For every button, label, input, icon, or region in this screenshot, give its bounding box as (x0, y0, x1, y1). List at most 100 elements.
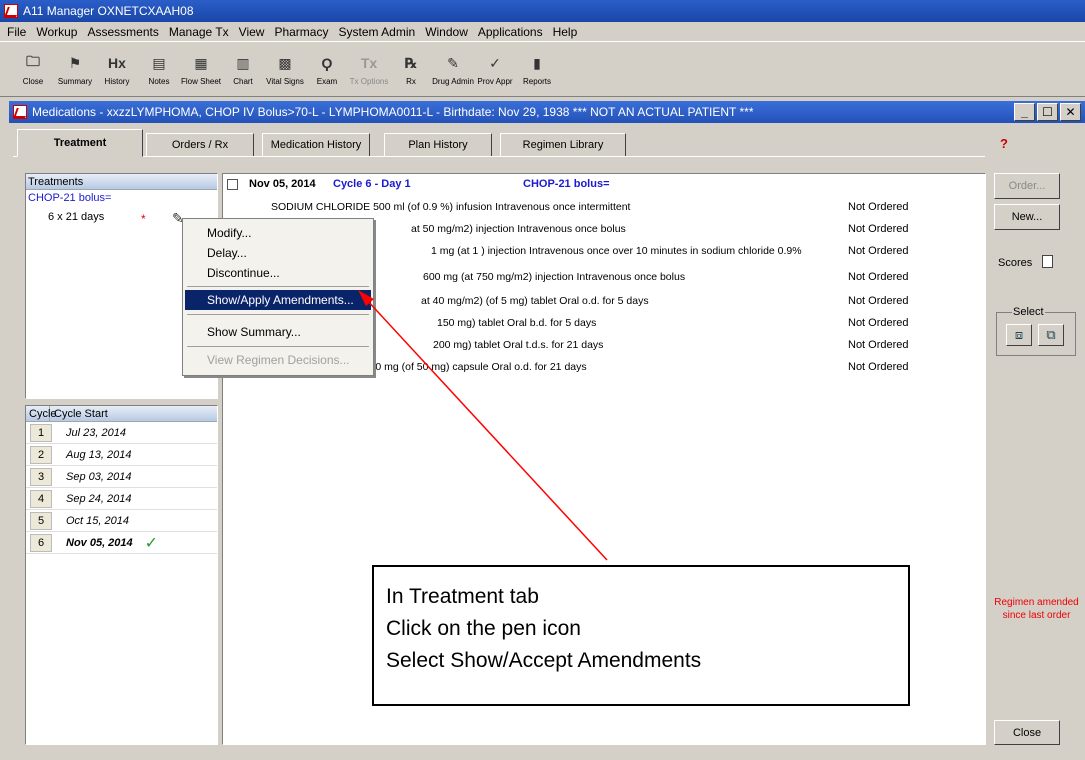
toolbar-rx-button[interactable]: ℞ Rx (390, 50, 432, 94)
hx-icon: Hx (108, 55, 126, 71)
menu-file[interactable]: File (2, 25, 31, 39)
cycle-row[interactable]: 1 Jul 23, 2014 (26, 422, 217, 444)
menu-window[interactable]: Window (420, 25, 473, 39)
order-row-status: Not Ordered (848, 317, 909, 329)
cycle-row[interactable]: 3 Sep 03, 2014 (26, 466, 217, 488)
select-all-button[interactable]: ⧈ (1006, 324, 1032, 346)
close-window-button[interactable]: ✕ (1060, 103, 1081, 121)
app-logo-icon (4, 4, 18, 18)
toolbar-label: History (104, 77, 130, 86)
tab-plan-history[interactable]: Plan History (384, 133, 492, 157)
order-cycle-day: Cycle 6 - Day 1 (333, 178, 411, 190)
tab-orders-rx[interactable]: Orders / Rx (146, 133, 254, 157)
order-row-text[interactable]: 600 mg (at 750 mg/m2) injection Intraven… (423, 271, 685, 283)
menu-item-modify[interactable]: Modify... (185, 223, 371, 243)
flag-icon: ⚑ (68, 54, 82, 71)
order-regimen: CHOP-21 bolus= (523, 178, 610, 190)
order-row-status: Not Ordered (848, 201, 909, 213)
cycle-number: 5 (30, 511, 52, 530)
cycle-panel: Cycle Cycle Start 1 Jul 23, 2014 2 Aug 13, … (25, 405, 218, 745)
menu-separator (187, 346, 369, 347)
toolbar-label: Notes (148, 77, 170, 86)
stethoscope-icon: Ϙ (321, 55, 333, 71)
toolbar-vital-signs-button[interactable]: ▩ Vital Signs (264, 50, 306, 94)
select-label: Select (1012, 306, 1045, 318)
orders-select-checkbox[interactable] (227, 179, 238, 190)
regimen-name[interactable]: CHOP-21 bolus= (28, 192, 111, 204)
notes-icon: ▤ (152, 54, 166, 71)
menu-item-show-apply-amendments[interactable]: Show/Apply Amendments... (185, 290, 371, 310)
toolbar-notes-button[interactable]: ▤ Notes (138, 50, 180, 94)
menu-assessments[interactable]: Assessments (82, 25, 163, 39)
toolbar-drug-admin-button[interactable]: ✎ Drug Admin (432, 50, 474, 94)
toolbar-close-button[interactable]: 🗀 Close (12, 50, 54, 94)
menu-item-delay[interactable]: Delay... (185, 243, 371, 263)
menu-pharmacy[interactable]: Pharmacy (269, 25, 333, 39)
minimize-button[interactable]: _ (1014, 103, 1035, 121)
order-row-text[interactable]: 200 mg) tablet Oral t.d.s. for 21 days (433, 339, 603, 351)
callout-line-1: In Treatment tab (386, 585, 539, 608)
menu-view[interactable]: View (234, 25, 270, 39)
cycle-start-date: Sep 24, 2014 (66, 492, 132, 505)
toolbar-summary-button[interactable]: ⚑ Summary (54, 50, 96, 94)
cycle-number: 2 (30, 445, 52, 464)
toolbar-label: Prov Appr (477, 77, 513, 86)
order-row-text[interactable]: at 40 mg/m2) (of 5 mg) tablet Oral o.d. … (421, 295, 649, 307)
order-row-text[interactable]: 150 mg) tablet Oral b.d. for 5 days (437, 317, 596, 329)
toolbar-reports-button[interactable]: ▮ Reports (516, 50, 558, 94)
select-none-icon: ⧉ (1046, 327, 1056, 342)
vitals-icon: ▩ (278, 54, 292, 71)
cycle-number: 4 (30, 489, 52, 508)
toolbar-prov-appr-button[interactable]: ✓ Prov Appr (474, 50, 516, 94)
order-row-text[interactable]: at 50 mg/m2) injection Intravenous once … (411, 223, 626, 235)
context-menu: Modify... Delay... Discontinue... Show/A… (182, 218, 374, 376)
cycle-row[interactable]: 6 Nov 05, 2014 ✓ (26, 532, 217, 554)
cycle-start-date: Aug 13, 2014 (66, 448, 132, 461)
cycle-number: 3 (30, 467, 52, 486)
menu-manage-tx[interactable]: Manage Tx (164, 25, 234, 39)
cycle-row[interactable]: 4 Sep 24, 2014 (26, 488, 217, 510)
scores-document-icon[interactable] (1042, 255, 1053, 268)
regimen-schedule: 6 x 21 days (48, 211, 105, 223)
menu-system-admin[interactable]: System Admin (333, 25, 420, 39)
toolbar-label: Reports (522, 77, 551, 86)
maximize-button[interactable]: ☐ (1037, 103, 1058, 121)
minimize-icon: _ (1021, 105, 1028, 119)
tab-treatment[interactable]: Treatment (17, 129, 143, 157)
tab-regimen-library[interactable]: Regimen Library (500, 133, 626, 157)
callout-line-3: Select Show/Accept Amendments (386, 649, 702, 672)
menu-item-show-summary[interactable]: Show Summary... (185, 322, 371, 342)
cycle-start-date: Jul 23, 2014 (66, 426, 126, 439)
amended-marker: * (141, 212, 146, 226)
toolbar-chart-button[interactable]: ▥ Chart (222, 50, 264, 94)
menu-applications[interactable]: Applications (473, 25, 548, 39)
toolbar-history-button[interactable]: Hx History (96, 50, 138, 94)
cycle-row[interactable]: 2 Aug 13, 2014 (26, 444, 217, 466)
select-all-icon: ⧈ (1014, 327, 1024, 342)
menu-separator (187, 314, 369, 315)
new-button[interactable]: New... (994, 204, 1060, 230)
cycle-start-column-header[interactable]: Cycle Start (50, 406, 108, 421)
toolbar-label: Exam (316, 77, 338, 86)
order-date: Nov 05, 2014 (249, 178, 316, 190)
order-row-text[interactable]: 1 mg (at 1 ) injection Intravenous once … (431, 245, 802, 257)
menu-workup[interactable]: Workup (31, 25, 82, 39)
help-icon[interactable]: ? (1000, 137, 1014, 151)
order-button[interactable]: Order... (994, 173, 1060, 199)
select-none-button[interactable]: ⧉ (1038, 324, 1064, 346)
cycle-row[interactable]: 5 Oct 15, 2014 (26, 510, 217, 532)
menu-item-discontinue[interactable]: Discontinue... (185, 263, 371, 283)
order-row-text[interactable]: SODIUM CHLORIDE 500 ml (of 0.9 %) infusi… (271, 201, 630, 213)
toolbar-exam-button[interactable]: Ϙ Exam (306, 50, 348, 94)
menu-help[interactable]: Help (548, 25, 583, 39)
close-button[interactable]: Close (994, 720, 1060, 745)
cycle-rows: 1 Jul 23, 2014 2 Aug 13, 2014 3 Sep 03, 2014 4… (26, 422, 217, 554)
toolbar-flow-sheet-button[interactable]: ▦ Flow Sheet (180, 50, 222, 94)
toolbar-buttons: 🗀 Close ⚑ Summary Hx History ▤ Notes ▦ Flow Sheet… (12, 50, 558, 94)
order-row-status: Not Ordered (848, 295, 909, 307)
order-row-status: Not Ordered (848, 245, 909, 257)
tab-medication-history[interactable]: Medication History (262, 133, 370, 157)
window-logo-icon (13, 105, 27, 119)
menu-bar: File Workup Assessments Manage Tx View P… (0, 22, 1085, 41)
cycle-column-header[interactable]: Cycle (26, 406, 57, 421)
